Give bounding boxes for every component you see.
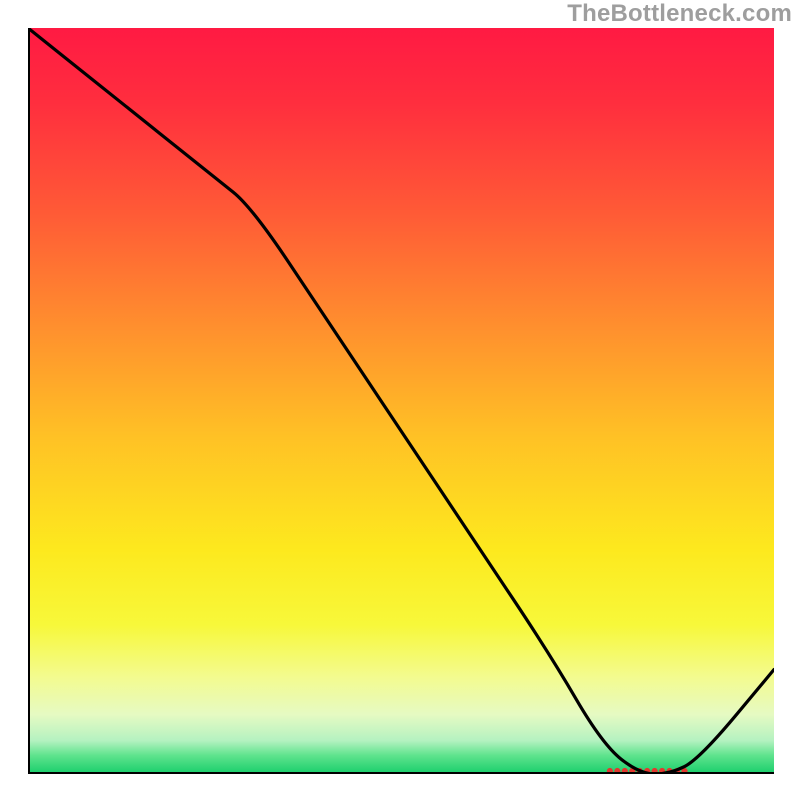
gradient-background: [28, 28, 774, 774]
watermark-text: TheBottleneck.com: [567, 0, 792, 28]
chart-container: TheBottleneck.com: [0, 0, 800, 800]
chart-svg: [28, 28, 774, 774]
plot-area: [28, 28, 774, 774]
